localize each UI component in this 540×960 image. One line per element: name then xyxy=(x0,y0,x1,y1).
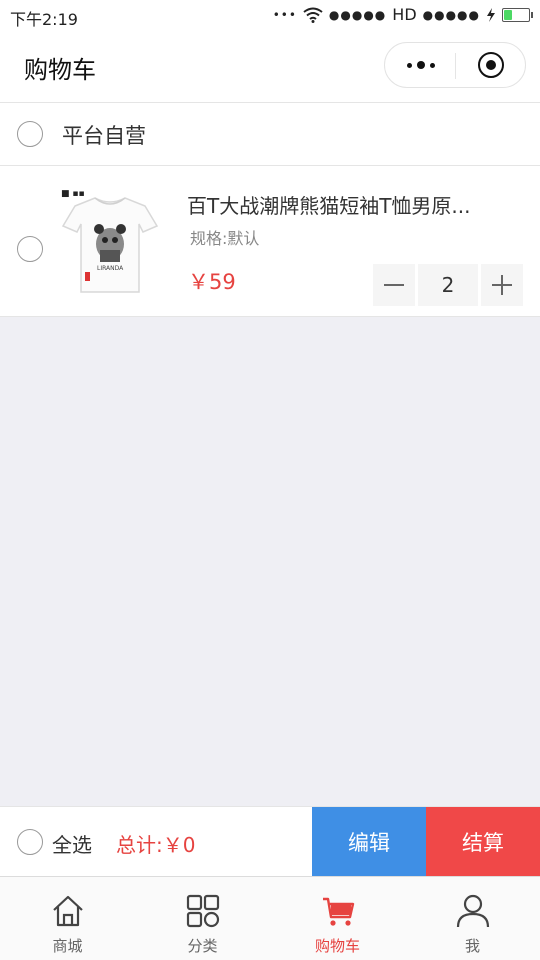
status-bar: 下午2:19 ••• ●●●●● HD ●●●●● xyxy=(0,0,540,30)
select-all-label[interactable]: 全选 xyxy=(52,829,92,858)
close-target-icon[interactable] xyxy=(478,52,504,78)
wifi-icon xyxy=(303,7,323,23)
tab-cart[interactable]: 购物车 xyxy=(270,877,405,960)
category-icon xyxy=(186,894,219,928)
tab-cart-label: 购物车 xyxy=(314,937,360,955)
product-price: ￥59 xyxy=(188,270,236,294)
select-all-checkbox[interactable] xyxy=(17,829,43,855)
decrease-quantity-button[interactable] xyxy=(373,264,415,306)
total-price: 总计:￥0 xyxy=(116,833,196,857)
store-header: 平台自营 xyxy=(0,103,540,166)
product-name[interactable]: 百T大战潮牌熊猫短袖T恤男原... xyxy=(187,190,507,219)
signal-dots-icon: ••• xyxy=(272,7,297,22)
store-select-checkbox[interactable] xyxy=(17,121,43,147)
svg-text:LIRANDA: LIRANDA xyxy=(97,265,124,272)
battery-icon xyxy=(502,7,533,22)
signal-strength-icon: ●●●●● xyxy=(328,7,387,22)
store-name: 平台自营 xyxy=(62,124,146,148)
tab-category-label: 分类 xyxy=(187,937,218,955)
charging-icon xyxy=(487,7,495,22)
page-title: 购物车 xyxy=(24,56,96,84)
item-select-checkbox[interactable] xyxy=(17,236,43,262)
cart-summary-bar: 全选 总计:￥0 编辑 结算 xyxy=(0,806,540,877)
tab-home[interactable]: 商城 xyxy=(0,877,135,960)
checkout-button[interactable]: 结算 xyxy=(426,807,540,877)
signal-strength-2-icon: ●●●●● xyxy=(422,7,480,22)
tab-me[interactable]: 我 xyxy=(405,877,540,960)
tshirt-image-icon: ■ ▪▪ LIRANDA xyxy=(61,189,159,293)
home-icon xyxy=(52,895,83,927)
tab-bar: 商城 分类 购物车 我 xyxy=(0,876,540,960)
capsule-divider xyxy=(455,53,456,79)
increase-quantity-button[interactable] xyxy=(481,264,523,306)
status-indicators: ••• ●●●●● HD ●●●●● xyxy=(272,5,533,24)
cart-item: ■ ▪▪ LIRANDA 百T大战潮牌熊猫短袖T恤男原... 规格:默认 ￥59… xyxy=(0,166,540,317)
quantity-stepper: 2 xyxy=(373,264,523,306)
svg-text:■ ▪▪: ■ ▪▪ xyxy=(61,189,85,199)
tab-category[interactable]: 分类 xyxy=(135,877,270,960)
more-menu-icon[interactable] xyxy=(403,53,439,77)
nav-bar: 购物车 xyxy=(0,30,540,103)
mini-program-capsule xyxy=(384,42,526,88)
status-time: 下午2:19 xyxy=(10,10,78,29)
tab-home-label: 商城 xyxy=(52,937,83,955)
tab-me-label: 我 xyxy=(464,937,480,955)
quantity-value[interactable]: 2 xyxy=(418,264,478,306)
network-type: HD xyxy=(392,5,417,24)
cart-icon xyxy=(322,897,354,926)
user-icon xyxy=(456,894,489,928)
product-spec: 规格:默认 xyxy=(190,229,260,248)
edit-button[interactable]: 编辑 xyxy=(312,807,426,877)
product-image[interactable]: ■ ▪▪ LIRANDA xyxy=(55,184,165,296)
